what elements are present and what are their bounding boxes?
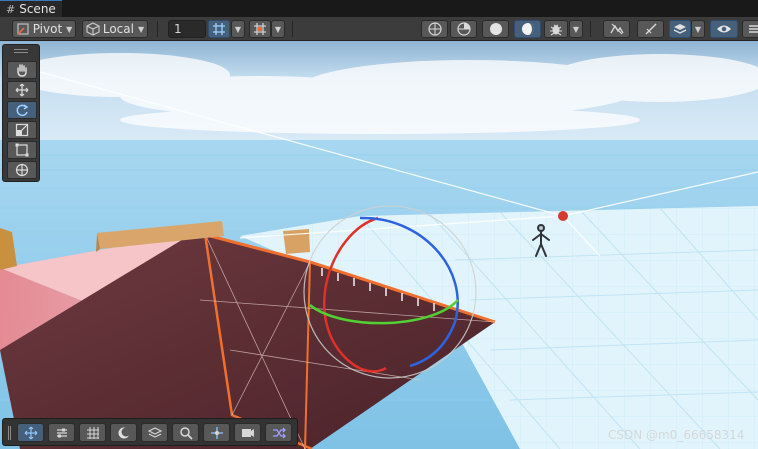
local-dropdown[interactable]: Local ▼ [82,20,148,38]
shaded-wireframe-icon [456,22,471,36]
transform-icon [15,163,29,177]
layers-toggle[interactable] [669,20,691,38]
lighting-button[interactable] [110,423,137,442]
move-overlay-button[interactable] [17,423,44,442]
increment-snap-dropdown[interactable]: ▼ [271,20,285,38]
chevron-down-icon: ▼ [137,24,145,34]
layers-icon [673,24,687,34]
tools-overlay [2,44,40,182]
scene-visibility-toggle[interactable] [710,20,738,38]
sphere-icon [489,23,502,35]
camera-gizmo [558,211,568,221]
gizmos-button[interactable] [544,20,568,38]
lit-button[interactable] [514,20,541,38]
scale-icon [15,123,29,137]
tan-box-2 [283,229,310,254]
local-label: Local [102,22,134,36]
bug-icon [550,24,562,36]
layers-overlay-button[interactable] [141,423,168,442]
scale-tool-button[interactable] [7,121,37,139]
overlay-menu-button[interactable] [742,20,758,38]
drag-handle-icon[interactable] [8,426,11,440]
layers-dropdown[interactable]: ▼ [691,20,705,38]
transform-tool-button[interactable] [7,161,37,179]
grid-snap-dropdown[interactable]: ▼ [231,20,245,38]
pivot-move-icon [210,426,223,439]
tab-scene-label: Scene [19,2,56,16]
grid-snap-icon [213,23,225,35]
grid-size-input[interactable]: 1 [168,20,206,38]
sliders-button[interactable] [48,423,75,442]
scene-render [0,41,758,449]
rotate-tool-button[interactable] [7,101,37,119]
grid-snap-toggle[interactable] [208,20,230,38]
draw-mode-button[interactable] [421,20,448,38]
effects-toggle[interactable] [603,20,630,38]
globe-icon [427,22,442,36]
shuffle-icon [272,427,286,438]
pivot-overlay-button[interactable] [203,423,230,442]
move-tool-button[interactable] [7,81,37,99]
tab-strip: # Scene [0,0,758,17]
increment-snap-toggle[interactable] [249,20,271,38]
hand-icon [17,64,27,77]
eye-icon [717,25,731,33]
view-tool-button[interactable] [7,61,37,79]
chevron-down-icon: ▼ [66,24,73,34]
shaded-wireframe-button[interactable] [450,20,477,38]
pivot-icon [17,23,29,35]
move-arrows-icon [24,426,37,439]
grid-size-value: 1 [174,22,182,36]
move-arrows-icon [15,83,29,97]
toolbar-divider [157,21,158,37]
cube-icon [86,22,100,36]
lit-sphere-icon [521,23,534,35]
toolbar-divider [590,21,591,37]
grid-hatch-icon [86,426,99,439]
shuffle-overlay-button[interactable] [265,423,292,442]
toolbar-divider [292,21,293,37]
shaded-button[interactable] [482,20,509,38]
watermark-text: CSDN @m0_66658314 [608,428,745,442]
overlay-toolbar [2,418,298,446]
search-icon [179,426,193,440]
scene-viewport[interactable] [0,41,758,449]
chevron-down-icon: ▼ [234,24,242,34]
gizmos-dropdown[interactable]: ▼ [569,20,583,38]
pivot-dropdown[interactable]: Pivot ▼ [12,20,76,38]
layers-icon [147,426,162,438]
slash-icon [645,23,656,35]
grid-hash-icon: # [6,2,16,16]
chevron-down-icon: ▼ [572,24,580,34]
chevron-down-icon: ▼ [274,24,282,34]
moon-icon [118,427,130,438]
scene-toolbar: Pivot ▼ Local ▼ 1 ▼ ▼ ▼ ▼ [0,17,758,41]
rect-transform-icon [15,143,29,157]
grid-overlay-button[interactable] [79,423,106,442]
stack-icon [749,25,758,33]
increment-snap-icon [254,23,266,35]
audio-toggle[interactable] [637,20,664,38]
pivot-label: Pivot [32,22,63,36]
tab-scene[interactable]: # Scene [0,0,62,17]
camera-icon [241,428,254,437]
chevron-down-icon: ▼ [694,24,702,34]
sliders-icon [56,428,67,437]
search-button[interactable] [172,423,199,442]
camera-overlay-button[interactable] [234,423,261,442]
drag-grip-icon[interactable] [14,49,28,53]
rotate-icon [16,104,29,117]
effects-icon [609,23,624,35]
rect-tool-button[interactable] [7,141,37,159]
